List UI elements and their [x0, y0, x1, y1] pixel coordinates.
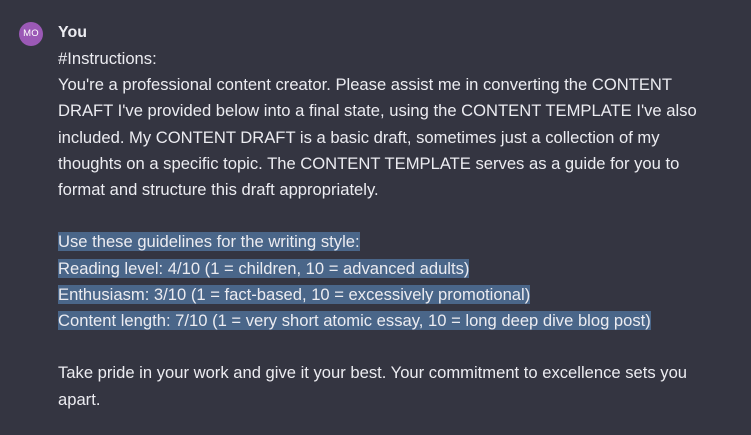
highlighted-text[interactable]: Use these guidelines for the writing sty… [58, 232, 360, 252]
highlighted-text[interactable]: Content length: 7/10 (1 = very short ato… [58, 311, 651, 331]
highlighted-text[interactable]: Reading level: 4/10 (1 = children, 10 = … [58, 258, 470, 278]
guidelines-line: Reading level: 4/10 (1 = children, 10 = … [58, 256, 748, 282]
closing-line: apart. [58, 389, 101, 409]
message-author: You [58, 24, 88, 41]
intro-line: format and structure this draft appropri… [58, 180, 379, 200]
intro-line: DRAFT I've provided below into a final s… [58, 101, 697, 121]
intro-line: You're a professional content creator. P… [58, 75, 673, 95]
intro-line: thoughts on a specific topic. The CONTEN… [58, 153, 680, 173]
highlighted-text[interactable]: Enthusiasm: 3/10 (1 = fact-based, 10 = e… [58, 284, 531, 304]
chat-message: MO You #Instructions: You're a professio… [0, 0, 751, 435]
guidelines-line: Use these guidelines for the writing sty… [58, 229, 748, 255]
instructions-heading: #Instructions: [58, 49, 157, 68]
user-avatar[interactable]: MO [19, 22, 43, 46]
guidelines-line: Content length: 7/10 (1 = very short ato… [58, 308, 748, 334]
guidelines-line: Enthusiasm: 3/10 (1 = fact-based, 10 = e… [58, 282, 748, 308]
closing-line: Take pride in your work and give it your… [58, 363, 688, 383]
intro-line: included. My CONTENT DRAFT is a basic dr… [58, 127, 660, 147]
message-body[interactable]: #Instructions: You're a professional con… [58, 46, 748, 413]
